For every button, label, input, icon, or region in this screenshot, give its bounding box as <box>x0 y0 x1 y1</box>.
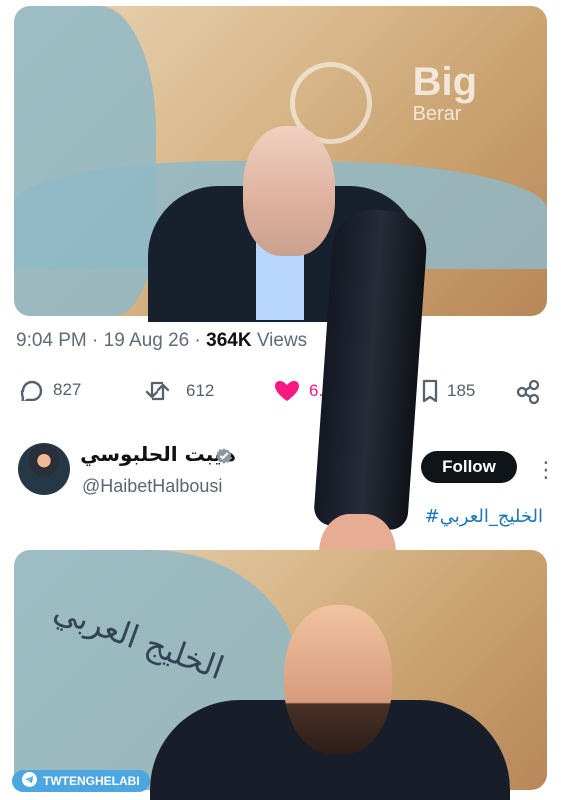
author-handle[interactable]: @HaibetHalbousi <box>82 476 222 497</box>
share-action[interactable] <box>514 378 542 406</box>
share-icon <box>514 378 542 406</box>
tweet-time: 9:04 PM <box>16 330 87 351</box>
tweet-metadata: 9:04 PM · 19 Aug 26 · 364K Views <box>16 330 307 352</box>
tweet-date: 19 Aug 26 <box>103 330 190 351</box>
tweet-actions: 827 612 6.1K 185 <box>16 375 548 409</box>
author-avatar[interactable] <box>18 443 70 495</box>
telegram-icon <box>22 772 37 790</box>
views-count: 364K <box>206 330 252 351</box>
heart-icon <box>273 379 301 403</box>
reply-action[interactable]: 827 <box>18 379 81 401</box>
map-sea <box>14 6 156 316</box>
man-top-head <box>243 126 335 256</box>
separator-2: · <box>189 330 207 351</box>
reply-icon <box>18 379 45 401</box>
repost-icon <box>142 379 178 403</box>
views-label: Views <box>256 330 308 351</box>
repost-action[interactable]: 612 <box>142 379 214 403</box>
more-icon[interactable]: ⋮ <box>535 457 557 483</box>
source-badge[interactable]: TWTENGHELABI <box>12 770 150 792</box>
man-bottom-head <box>284 605 392 755</box>
watermark-brand-bottom: Berar <box>412 103 462 125</box>
bookmark-count: 185 <box>447 381 476 400</box>
follow-button[interactable]: Follow <box>421 451 517 483</box>
repost-count: 612 <box>186 381 215 400</box>
verified-icon <box>215 447 233 470</box>
source-badge-label: TWTENGHELABI <box>43 774 140 788</box>
hashtag-link[interactable]: #الخليج_العربي <box>425 506 543 527</box>
bookmark-icon <box>421 379 439 403</box>
watermark-brand-top: Big <box>412 60 477 104</box>
author-name[interactable]: هيبت الحلبوسي <box>80 442 236 466</box>
reply-count: 827 <box>53 380 82 399</box>
separator-1: · <box>86 330 104 351</box>
watermark: Big Berar <box>413 62 477 124</box>
bookmark-action[interactable]: 185 <box>421 379 475 403</box>
